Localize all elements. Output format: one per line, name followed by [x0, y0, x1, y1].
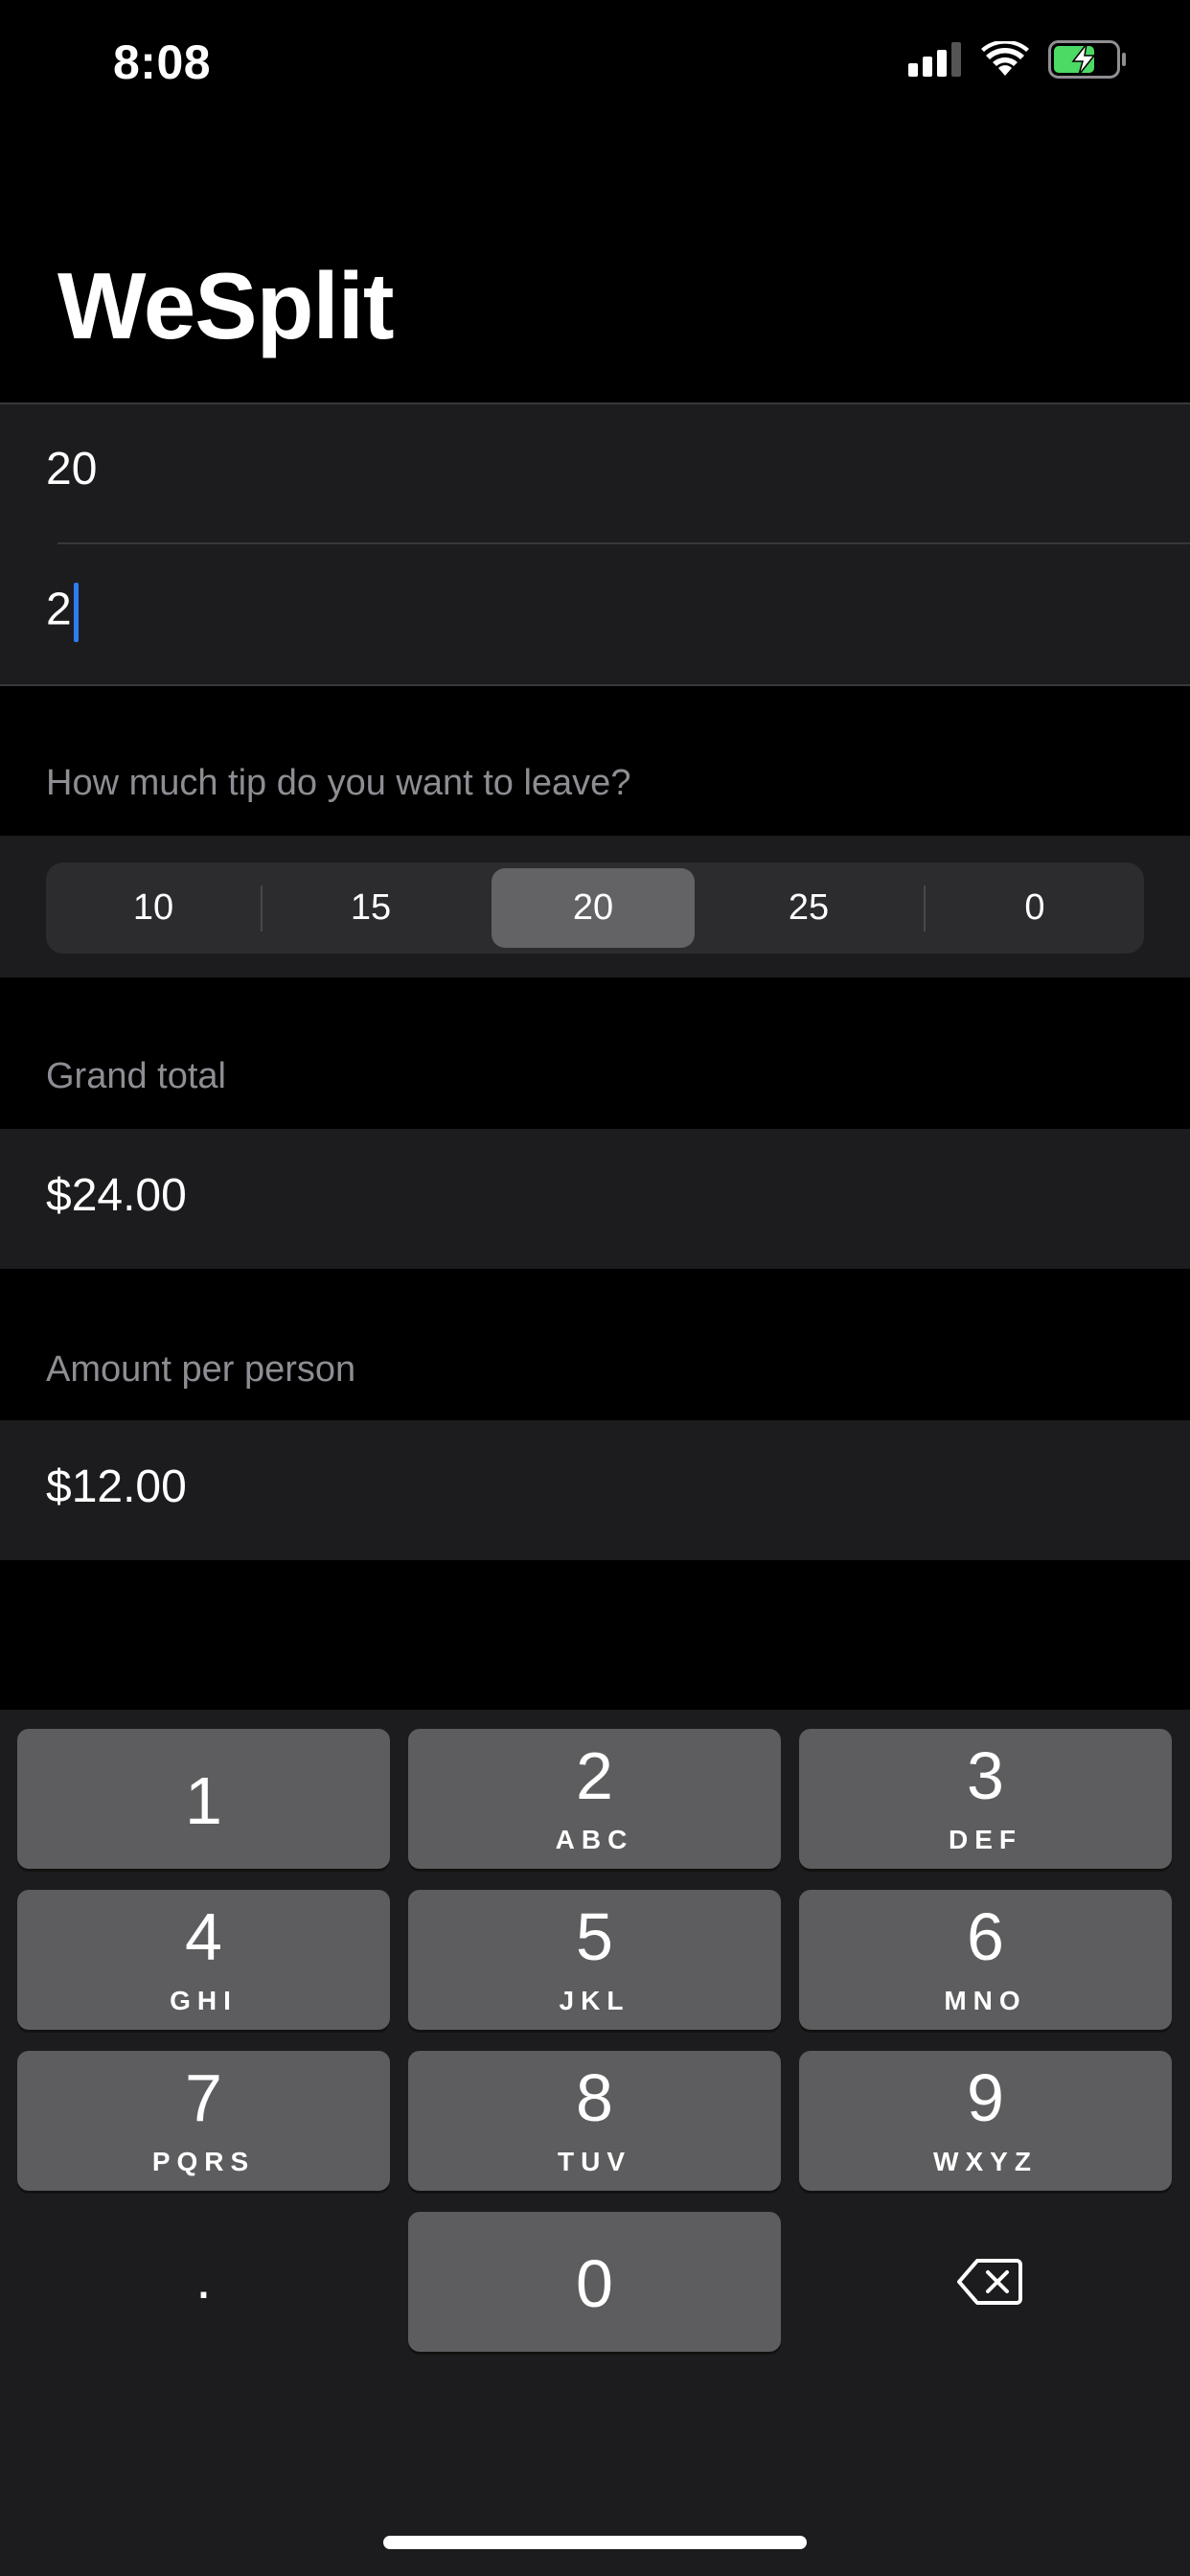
key-digit: 7 — [185, 2060, 222, 2135]
key-8[interactable]: 8 TUV — [408, 2051, 781, 2191]
key-letters: MNO — [944, 1986, 1027, 2015]
section-top-divider — [0, 402, 1190, 404]
key-digit: 1 — [185, 1763, 222, 1838]
key-delete[interactable] — [799, 2212, 1172, 2352]
key-digit: 6 — [967, 1899, 1004, 1974]
decimal-label: . — [195, 2246, 212, 2311]
status-time: 8:08 — [113, 35, 212, 89]
key-letters: WXYZ — [933, 2147, 1038, 2176]
tip-option-20-selected[interactable]: 20 — [492, 868, 695, 948]
key-letters: ABC — [555, 1825, 634, 1854]
grand-total-value: $24.00 — [46, 1170, 187, 1221]
tip-segmented-control[interactable]: 10 15 20 25 0 — [46, 862, 1144, 954]
key-letters: PQRS — [151, 2147, 256, 2176]
key-0[interactable]: 0 — [408, 2212, 781, 2352]
key-digit: 9 — [967, 2060, 1004, 2135]
tip-section-header: How much tip do you want to leave? — [46, 763, 631, 803]
key-5[interactable]: 5 JKL — [408, 1890, 781, 2030]
section-bottom-divider — [0, 684, 1190, 686]
number-keypad: 1 2 ABC 3 DEF 4 GHI 5 JKL 6 MNO 7 PQRS 8… — [0, 1710, 1190, 2576]
cellular-signal-icon — [908, 42, 961, 77]
key-digit: 0 — [576, 2246, 613, 2321]
key-letters: JKL — [559, 1986, 630, 2015]
home-indicator[interactable] — [383, 2536, 807, 2549]
tip-option-15[interactable]: 15 — [263, 862, 479, 954]
key-9[interactable]: 9 WXYZ — [799, 2051, 1172, 2191]
key-decimal[interactable]: . — [17, 2212, 390, 2352]
input-section: 20 2 — [0, 402, 1190, 686]
number-of-people-field[interactable]: 2 — [46, 583, 79, 642]
key-3[interactable]: 3 DEF — [799, 1729, 1172, 1869]
key-digit: 2 — [576, 1738, 613, 1813]
key-digit: 8 — [576, 2060, 613, 2135]
text-caret — [73, 583, 79, 642]
number-of-people-value: 2 — [46, 584, 72, 635]
key-letters: DEF — [949, 1825, 1022, 1854]
per-person-header: Amount per person — [46, 1349, 356, 1390]
wifi-icon — [981, 41, 1029, 76]
key-digit: 4 — [185, 1899, 222, 1974]
status-icons — [908, 40, 1127, 79]
battery-charging-icon — [1048, 40, 1126, 79]
tip-option-25[interactable]: 25 — [699, 862, 918, 954]
key-letters: TUV — [558, 2147, 631, 2176]
grand-total-header: Grand total — [46, 1056, 226, 1096]
key-7[interactable]: 7 PQRS — [17, 2051, 390, 2191]
tip-option-10[interactable]: 10 — [46, 862, 261, 954]
key-4[interactable]: 4 GHI — [17, 1890, 390, 2030]
tip-option-0[interactable]: 0 — [926, 862, 1144, 954]
per-person-value: $12.00 — [46, 1461, 187, 1512]
key-6[interactable]: 6 MNO — [799, 1890, 1172, 2030]
delete-backward-icon — [957, 2259, 1022, 2305]
key-2[interactable]: 2 ABC — [408, 1729, 781, 1869]
row-divider — [57, 542, 1190, 544]
key-digit: 3 — [967, 1738, 1004, 1813]
key-1[interactable]: 1 — [17, 1729, 390, 1869]
page-title: WeSplit — [57, 253, 395, 358]
key-letters: GHI — [170, 1986, 238, 2015]
per-person-cell: $12.00 — [0, 1420, 1190, 1560]
key-digit: 5 — [576, 1899, 613, 1974]
grand-total-cell: $24.00 — [0, 1129, 1190, 1269]
check-amount-field[interactable]: 20 — [46, 443, 97, 495]
